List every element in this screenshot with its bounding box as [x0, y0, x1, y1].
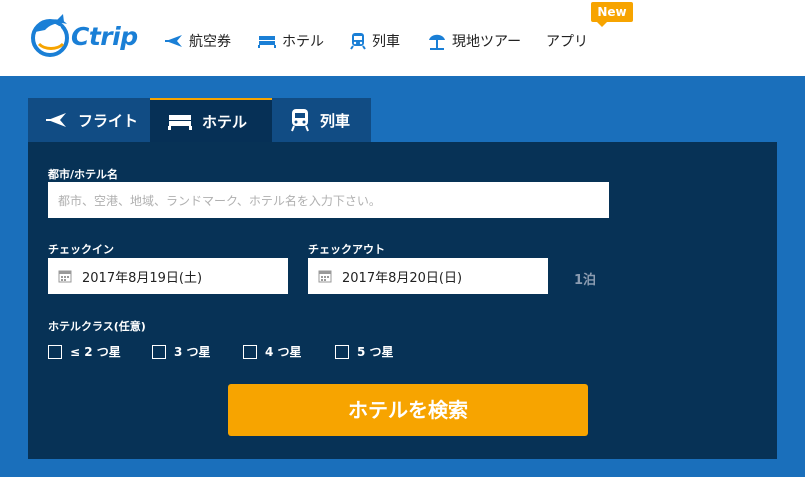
tab-train[interactable]: 列車: [272, 98, 371, 142]
nav-label: アプリ: [546, 34, 588, 50]
nav-tours[interactable]: 現地ツアー: [428, 30, 521, 52]
site-header: Ctrip 航空券 ホテル 列車 現地ツアー アプリ New: [0, 0, 805, 76]
destination-input[interactable]: 都市、空港、地域、ランドマーク、ホテル名を入力下さい。: [48, 182, 609, 218]
logo-text: Ctrip: [71, 22, 138, 51]
beach-umbrella-icon: [429, 34, 445, 50]
checkout-date-field[interactable]: 2017年8月20日(日): [308, 258, 548, 294]
tab-flight[interactable]: フライト: [28, 98, 150, 142]
bed-icon: [168, 115, 192, 130]
calendar-icon: [318, 270, 332, 283]
destination-placeholder: 都市、空港、地域、ランドマーク、ホテル名を入力下さい。: [58, 193, 381, 208]
checkbox-box[interactable]: [152, 344, 166, 359]
nav-hotels[interactable]: ホテル: [258, 30, 324, 52]
new-badge: New: [591, 2, 633, 27]
ctrip-logo[interactable]: Ctrip: [27, 12, 138, 58]
class-checkbox-5star[interactable]: 5 つ星: [335, 343, 394, 360]
checkbox-label: ≤ 2 つ星: [70, 345, 121, 359]
nav-label: 現地ツアー: [452, 34, 522, 50]
plane-icon: [46, 113, 66, 127]
checkbox-label: 3 つ星: [174, 345, 211, 359]
checkbox-box[interactable]: [335, 344, 349, 359]
hotel-class-label: ホテルクラス(任意): [48, 320, 146, 333]
class-checkbox-2star[interactable]: ≤ 2 つ星: [48, 343, 121, 360]
checkout-label: チェックアウト: [308, 243, 385, 256]
checkbox-box[interactable]: [243, 344, 257, 359]
tab-label: フライト: [78, 111, 139, 130]
nights-count: 1泊: [574, 273, 597, 288]
tab-label: ホテル: [202, 112, 248, 131]
nav-flights[interactable]: 航空券: [165, 30, 231, 52]
destination-label: 都市/ホテル名: [48, 168, 119, 181]
nav-trains[interactable]: 列車: [350, 30, 400, 52]
tab-label: 列車: [320, 111, 351, 130]
hotel-search-panel: 都市/ホテル名 都市、空港、地域、ランドマーク、ホテル名を入力下さい。 チェック…: [28, 142, 777, 459]
nav-label: 列車: [372, 34, 400, 50]
checkin-date-field[interactable]: 2017年8月19日(土): [48, 258, 288, 294]
checkout-value: 2017年8月20日(日): [342, 270, 463, 286]
train-icon: [350, 33, 366, 50]
checkin-label: チェックイン: [48, 243, 114, 256]
plane-icon: [165, 35, 182, 47]
calendar-icon: [58, 270, 72, 283]
nav-label: ホテル: [282, 34, 324, 50]
bed-icon: [258, 36, 276, 48]
nav-label: 航空券: [189, 34, 231, 50]
search-hotels-button[interactable]: ホテルを検索: [228, 384, 588, 436]
class-checkbox-4star[interactable]: 4 つ星: [243, 343, 302, 360]
dolphin-icon: [31, 14, 69, 57]
tab-hotel[interactable]: ホテル: [150, 98, 272, 142]
checkin-value: 2017年8月19日(土): [82, 270, 203, 286]
nav-app[interactable]: アプリ: [546, 30, 588, 52]
class-checkbox-3star[interactable]: 3 つ星: [152, 343, 211, 360]
train-icon: [291, 109, 309, 132]
checkbox-box[interactable]: [48, 344, 62, 359]
checkbox-label: 5 つ星: [357, 345, 394, 359]
checkbox-label: 4 つ星: [265, 345, 302, 359]
